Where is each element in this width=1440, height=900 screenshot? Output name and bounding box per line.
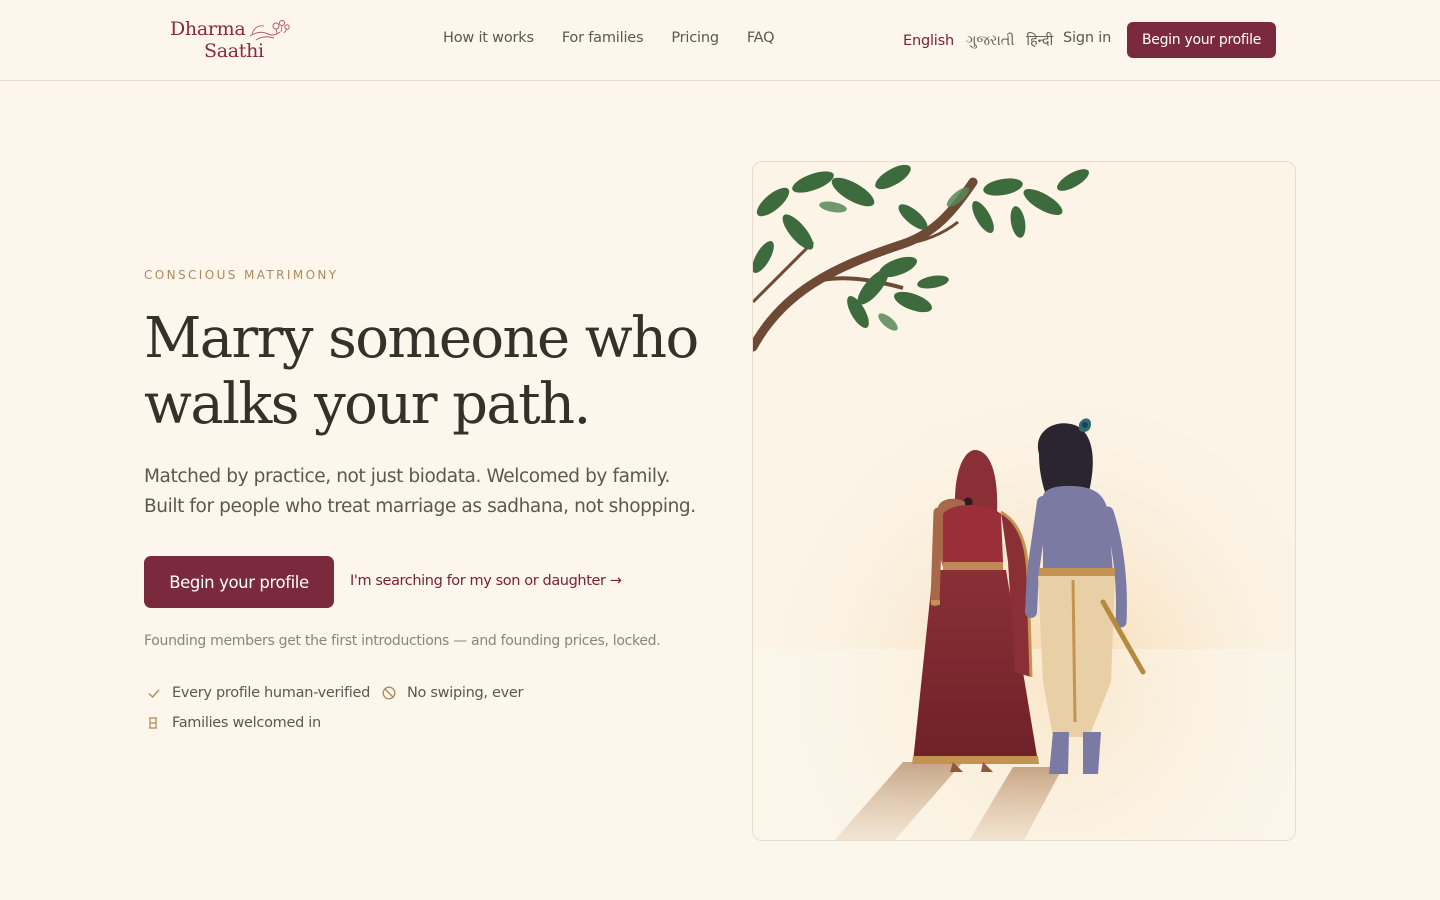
nav-how-it-works[interactable]: How it works <box>443 30 534 46</box>
hands-flower-icon <box>249 20 290 41</box>
hero-headline: Marry someone who walks your path. <box>144 306 724 438</box>
header-begin-profile-button[interactable]: Begin your profile <box>1127 22 1276 58</box>
lang-english[interactable]: English <box>903 33 954 49</box>
brand-name-line1: Dharma <box>170 18 246 40</box>
lang-hindi[interactable]: हिन्दी <box>1026 30 1053 50</box>
headline-line-2: walks your path. <box>144 372 591 437</box>
hero-eyebrow: CONSCIOUS MATRIMONY <box>144 268 339 282</box>
brand-logo[interactable]: Dharma Saathi <box>170 14 295 66</box>
founding-note: Founding members get the first introduct… <box>144 633 661 649</box>
family-icon <box>149 717 157 729</box>
nav-for-families[interactable]: For families <box>562 30 644 46</box>
feature-verified: Every profile human-verified <box>146 685 370 701</box>
hero-illustration <box>752 161 1296 841</box>
family-search-link[interactable]: I'm searching for my son or daughter → <box>350 573 622 589</box>
feature-label: No swiping, ever <box>407 685 524 701</box>
couple-walking-illustration <box>753 162 1295 840</box>
feature-label: Every profile human-verified <box>172 685 370 701</box>
hero-subtext: Matched by practice, not just biodata. W… <box>144 466 696 517</box>
nav-pricing[interactable]: Pricing <box>671 30 719 46</box>
nav-faq[interactable]: FAQ <box>747 30 775 46</box>
headline-line-1: Marry someone who <box>144 306 699 371</box>
no-symbol-icon <box>382 686 396 700</box>
feature-no-swiping: No swiping, ever <box>381 685 524 701</box>
site-header: Dharma Saathi How it works For families … <box>0 0 1440 81</box>
check-icon <box>148 689 160 699</box>
feature-families: Families welcomed in <box>146 715 321 731</box>
sign-in-link[interactable]: Sign in <box>1063 30 1111 46</box>
begin-profile-button[interactable]: Begin your profile <box>144 556 334 608</box>
lang-gujarati[interactable]: ગુજરાતી <box>966 33 1015 49</box>
language-switcher: English ગુજરાતી हिन्दी <box>903 30 1053 50</box>
feature-label: Families welcomed in <box>172 715 321 731</box>
main-nav: How it works For families Pricing FAQ <box>443 30 775 46</box>
